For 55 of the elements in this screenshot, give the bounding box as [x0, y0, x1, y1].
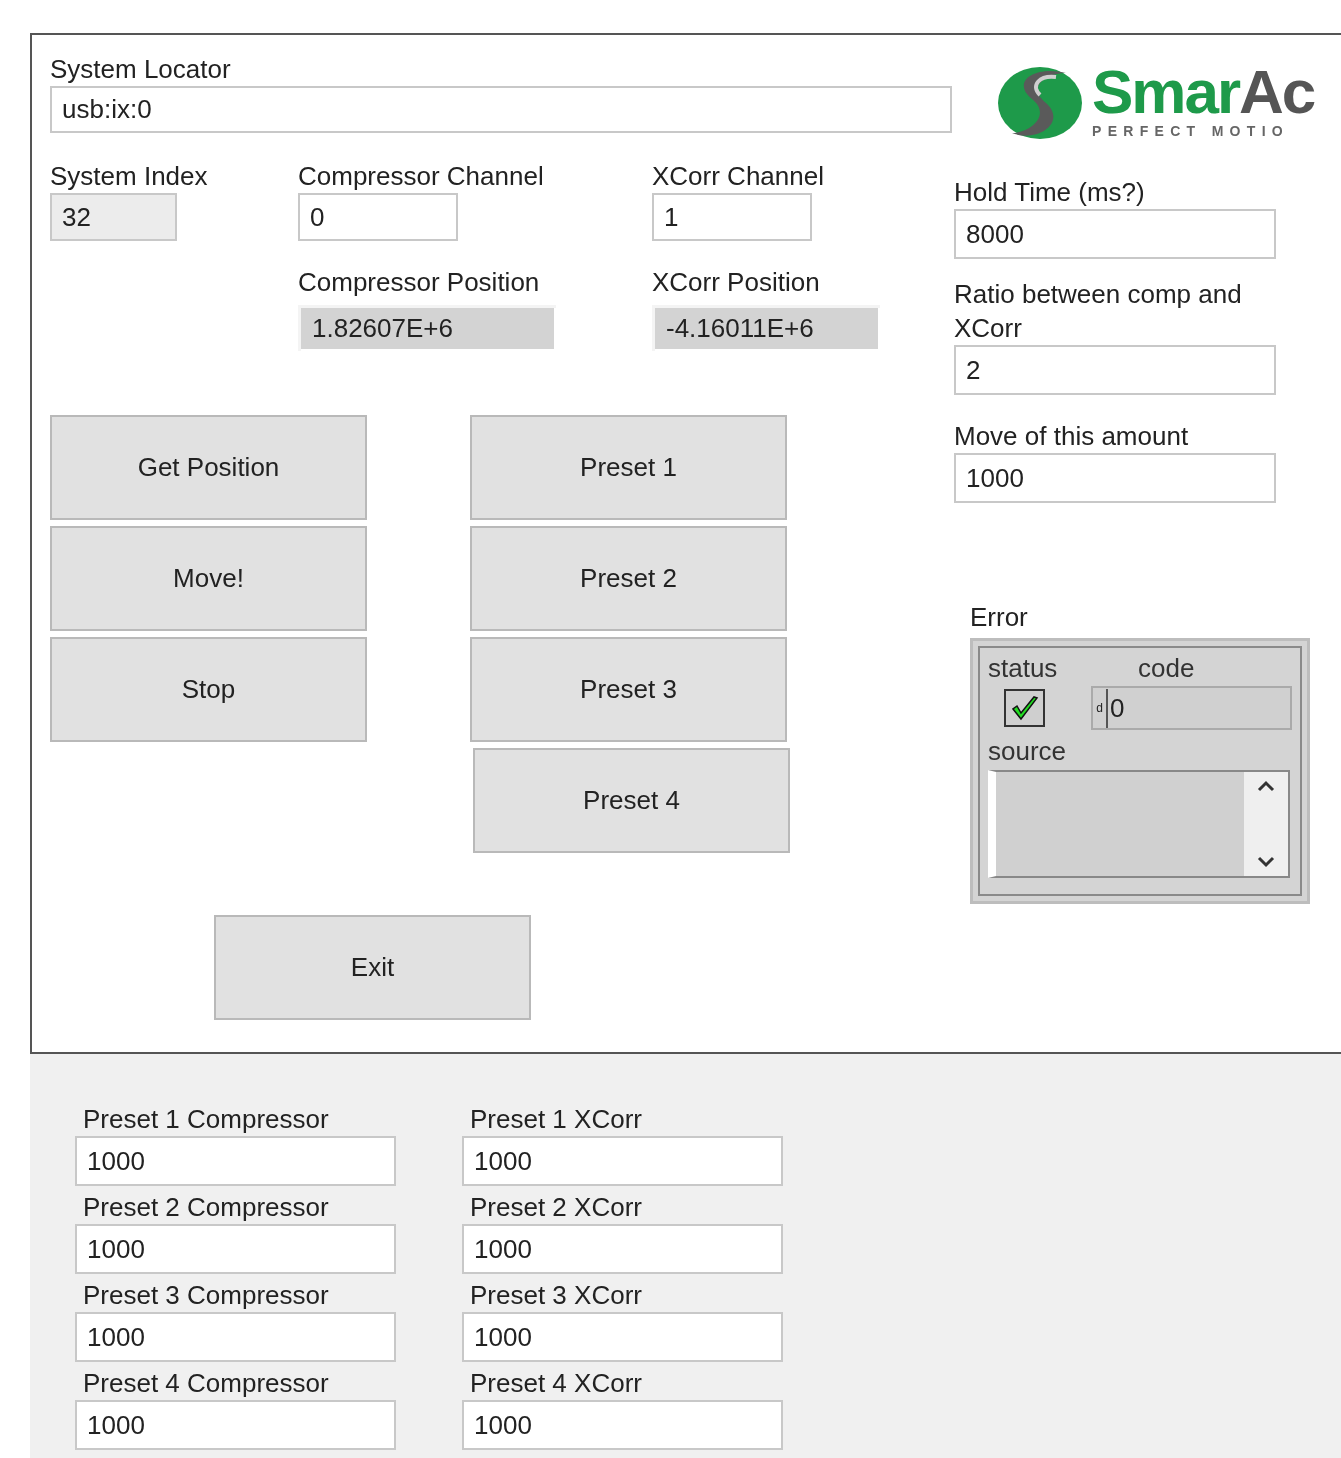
- field-label: Preset 1 Compressor: [83, 1103, 330, 1136]
- push-button[interactable]: Preset 2: [470, 526, 787, 631]
- field-label: Preset 4 Compressor: [83, 1367, 330, 1400]
- field-label: Move of this amount: [954, 420, 1190, 453]
- field-label: Preset 3 XCorr: [470, 1279, 643, 1312]
- push-button[interactable]: Preset 3: [470, 637, 787, 742]
- source-label: source: [988, 735, 1068, 768]
- push-button[interactable]: Stop: [50, 637, 367, 742]
- input-field[interactable]: 1000: [75, 1136, 396, 1186]
- push-button[interactable]: Exit: [214, 915, 531, 1020]
- status-label: status: [988, 652, 1059, 684]
- scroll-down-icon[interactable]: [1257, 856, 1275, 868]
- logo-tagline: PERFECT MOTIO: [1092, 121, 1290, 141]
- field-label: System Locator: [50, 53, 232, 86]
- field-label: Preset 2 XCorr: [470, 1191, 643, 1224]
- input-field[interactable]: 1: [652, 193, 812, 241]
- input-field[interactable]: 1000: [462, 1400, 783, 1450]
- field-label: Preset 1 XCorr: [470, 1103, 643, 1136]
- push-button[interactable]: Move!: [50, 526, 367, 631]
- code-value: 0: [1106, 688, 1125, 728]
- field-label: XCorr Channel: [652, 160, 825, 193]
- input-field[interactable]: 8000: [954, 209, 1276, 259]
- input-field[interactable]: usb:ix:0: [50, 86, 952, 133]
- field-label: Preset 2 Compressor: [83, 1191, 330, 1224]
- input-field[interactable]: 1000: [462, 1224, 783, 1274]
- input-field[interactable]: 1000: [954, 453, 1276, 503]
- numeric-indicator: 1.82607E+6: [298, 305, 556, 351]
- field-label: Error: [970, 601, 1029, 634]
- push-button[interactable]: Get Position: [50, 415, 367, 520]
- field-label: System Index: [50, 160, 209, 193]
- field-label: Ratio between comp and XCorr: [954, 278, 1243, 345]
- input-field[interactable]: 1000: [462, 1136, 783, 1186]
- input-field[interactable]: 1000: [75, 1312, 396, 1362]
- logo-text: Smar: [1092, 62, 1240, 121]
- radix-label: d: [1095, 700, 1105, 717]
- input-field[interactable]: 1000: [75, 1224, 396, 1274]
- field-label: Preset 3 Compressor: [83, 1279, 330, 1312]
- field-label: Compressor Channel: [298, 160, 545, 193]
- input-field[interactable]: 1000: [75, 1400, 396, 1450]
- field-label: Hold Time (ms?): [954, 176, 1146, 209]
- scroll-up-icon[interactable]: [1257, 780, 1275, 792]
- numeric-indicator: -4.16011E+6: [652, 305, 880, 351]
- check-icon: [1010, 695, 1039, 721]
- input-field[interactable]: 2: [954, 345, 1276, 395]
- scrollbar[interactable]: [1244, 772, 1288, 876]
- field-label: XCorr Position: [652, 266, 821, 299]
- input-field[interactable]: 1000: [462, 1312, 783, 1362]
- input-field[interactable]: 32: [50, 193, 177, 241]
- code-label: code: [1138, 652, 1195, 684]
- field-label: Preset 4 XCorr: [470, 1367, 643, 1400]
- push-button[interactable]: Preset 1: [470, 415, 787, 520]
- field-label: Compressor Position: [298, 266, 541, 299]
- input-field[interactable]: 0: [298, 193, 458, 241]
- logo-text: Ac: [1239, 62, 1315, 121]
- push-button[interactable]: Preset 4: [473, 748, 790, 853]
